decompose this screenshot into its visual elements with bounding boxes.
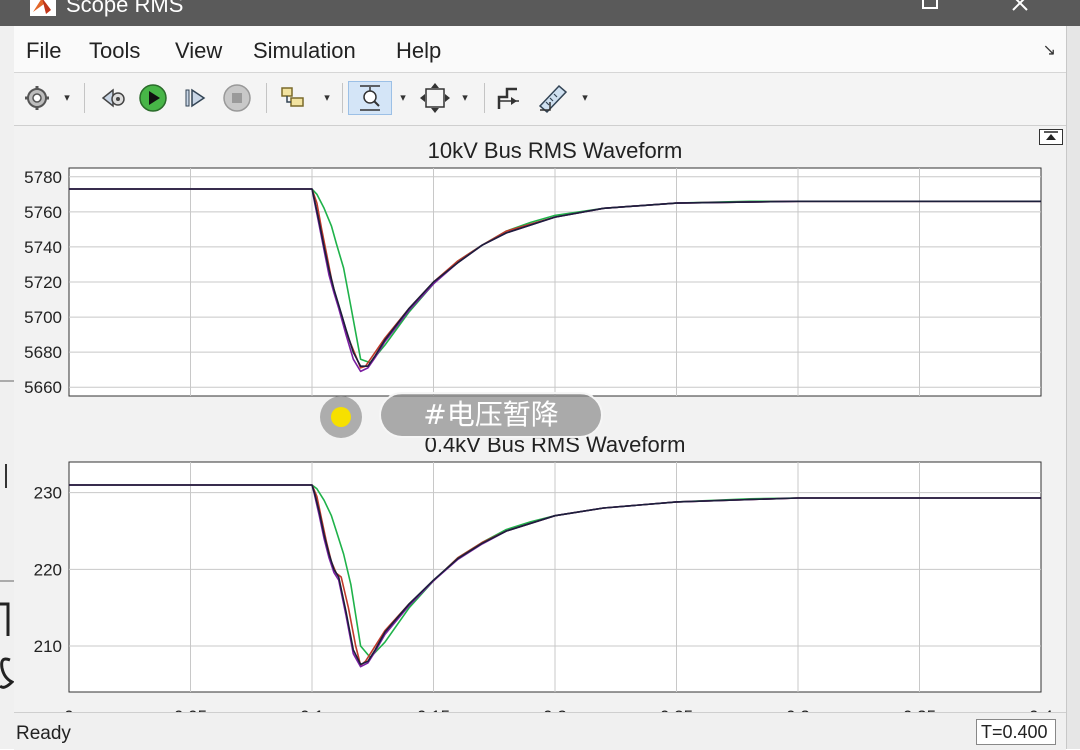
record-dot-icon [320,396,362,438]
autoscale-dropdown-arrow[interactable]: ▾ [460,91,470,105]
run-icon[interactable] [136,81,170,115]
gear-icon[interactable] [20,81,54,115]
cursor-measure-icon[interactable] [492,81,526,115]
toolbar-separator [484,83,485,113]
window-title: Scope RMS [66,0,184,17]
maximize-button[interactable] [918,0,942,14]
stop-icon[interactable] [220,81,254,115]
menu-view[interactable]: View [175,38,222,64]
y-tick-label: 210 [34,637,62,656]
y-tick-label: 5700 [24,308,62,327]
step-forward-icon[interactable] [178,81,212,115]
zoom-icon[interactable] [348,81,392,115]
measurement-dropdown-arrow[interactable]: ▾ [580,91,590,105]
autoscale-icon[interactable] [418,81,452,115]
step-back-icon[interactable] [96,81,130,115]
signal-dropdown-arrow[interactable]: ▾ [322,91,332,105]
simulation-time: T=0.400 [976,719,1056,745]
toolbar-separator [84,83,85,113]
menu-file[interactable]: File [26,38,61,64]
y-tick-label: 5740 [24,238,62,257]
chart-title: 10kV Bus RMS Waveform [428,138,683,163]
matlab-logo-icon [30,0,56,16]
scope-window: File Tools View Simulation Help ↘ ▾ ▾ ▾ … [14,26,1066,750]
toolbar-separator [266,83,267,113]
zoom-dropdown-arrow[interactable]: ▾ [398,91,408,105]
y-tick-label: 230 [34,484,62,503]
y-tick-label: 5780 [24,168,62,187]
toolbar-separator [342,83,343,113]
window-titlebar: Scope RMS [0,0,1080,26]
close-button[interactable] [1008,0,1032,14]
menu-simulation[interactable]: Simulation [253,38,356,64]
signal-select-icon[interactable] [276,81,310,115]
menu-help[interactable]: Help [396,38,441,64]
gear-dropdown-arrow[interactable]: ▾ [62,91,72,105]
menu-bar: File Tools View Simulation Help ↘ [14,26,1066,73]
y-tick-label: 5720 [24,273,62,292]
window-right-border [1066,26,1080,749]
status-text: Ready [16,723,71,744]
menu-tools[interactable]: Tools [89,38,140,64]
measurement-icon[interactable] [536,81,570,115]
hashtag-overlay: #电压暂降 [379,392,603,438]
toolbar: ▾ ▾ ▾ ▾ ▾ [14,73,1066,126]
y-tick-label: 5760 [24,203,62,222]
y-tick-label: 220 [34,560,62,579]
status-bar: Ready T=0.400 [14,712,1066,750]
y-tick-label: 5680 [24,343,62,362]
background-window-edge [0,26,15,749]
dock-arrow-icon[interactable]: ↘ [1043,40,1056,60]
y-tick-label: 5660 [24,378,62,397]
